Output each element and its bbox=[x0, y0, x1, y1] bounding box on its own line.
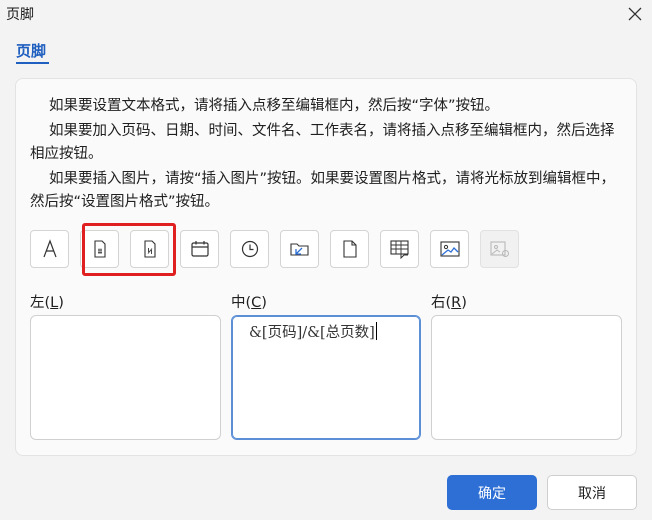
insert-file-name-button[interactable] bbox=[330, 230, 369, 268]
center-section-text: &[页码]/&[总页数] bbox=[249, 321, 377, 342]
left-section-label: 左(L) bbox=[30, 295, 64, 311]
cancel-button[interactable]: 取消 bbox=[547, 475, 637, 510]
folder-path-icon bbox=[289, 243, 309, 256]
insert-date-button[interactable] bbox=[180, 230, 219, 268]
picture-icon bbox=[439, 241, 460, 257]
insert-file-path-button[interactable] bbox=[280, 230, 319, 268]
insert-picture-button[interactable] bbox=[430, 230, 469, 268]
close-button[interactable] bbox=[622, 2, 648, 26]
instructions: 如果要设置文本格式，请将插入点移至编辑框内，然后按“字体”按钮。 如果要加入页码… bbox=[30, 95, 620, 216]
format-picture-button[interactable] bbox=[480, 230, 519, 268]
right-section-label: 右(R) bbox=[431, 295, 467, 311]
insert-sheet-name-button[interactable] bbox=[380, 230, 419, 268]
highlight-annotation bbox=[82, 223, 176, 276]
clock-icon bbox=[241, 240, 258, 258]
left-section-input[interactable] bbox=[30, 315, 221, 440]
format-picture-icon bbox=[489, 241, 509, 257]
ok-button[interactable]: 确定 bbox=[447, 475, 537, 510]
text-caret bbox=[375, 322, 377, 340]
tab-footer[interactable]: 页脚 bbox=[16, 40, 46, 61]
close-icon bbox=[628, 7, 642, 21]
right-section-input[interactable] bbox=[431, 315, 622, 440]
font-button[interactable] bbox=[30, 230, 69, 268]
center-section-label: 中(C) bbox=[231, 295, 267, 311]
insert-time-button[interactable] bbox=[230, 230, 269, 268]
center-section-input[interactable]: &[页码]/&[总页数] bbox=[231, 315, 421, 440]
instruction-text: 如果要设置文本格式，请将插入点移至编辑框内，然后按“字体”按钮。 bbox=[49, 98, 500, 114]
sheet-icon bbox=[389, 240, 409, 259]
instruction-text: 如果要加入页码、日期、时间、文件名、工作表名，请将插入点移至编辑框内，然后选择相… bbox=[30, 123, 615, 162]
tab-underline bbox=[16, 62, 49, 64]
title-bar: 页脚 bbox=[0, 0, 652, 30]
file-icon bbox=[342, 240, 357, 258]
calendar-icon bbox=[190, 241, 209, 257]
font-icon bbox=[42, 239, 57, 258]
window-title: 页脚 bbox=[6, 7, 34, 23]
instruction-text: 如果要插入图片，请按“插入图片”按钮。如果要设置图片格式，请将光标放到编辑框中，… bbox=[30, 171, 616, 210]
